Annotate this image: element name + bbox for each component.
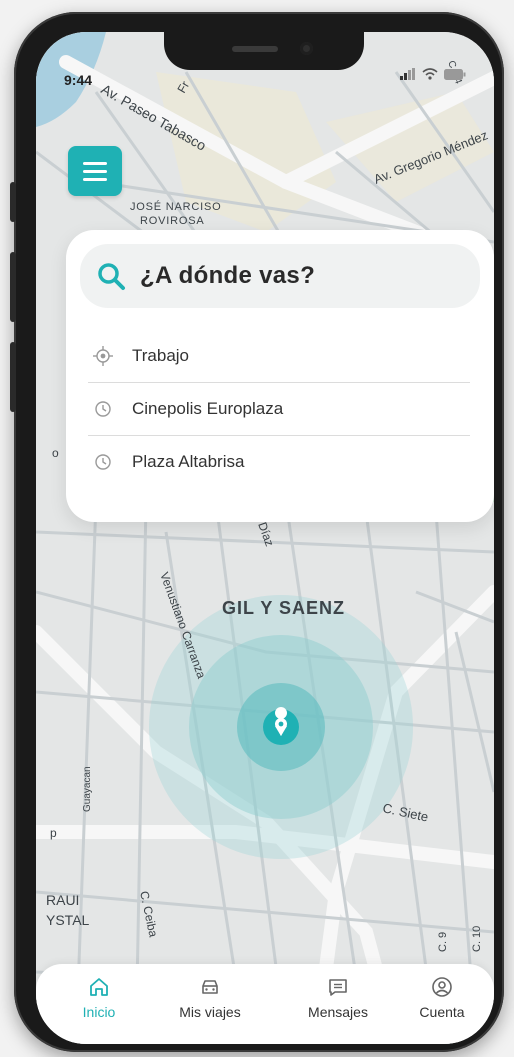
hamburger-icon — [83, 161, 107, 165]
target-icon — [92, 345, 114, 367]
battery-icon — [444, 68, 466, 80]
home-icon — [90, 978, 108, 996]
suggestion-item[interactable]: Plaza Altabrisa — [88, 436, 470, 488]
suggestion-label: Trabajo — [132, 346, 190, 365]
user-icon — [432, 977, 452, 997]
notch — [164, 32, 364, 70]
nav-item-mensajes[interactable]: Mensajes — [298, 976, 378, 1020]
menu-button[interactable] — [68, 146, 122, 196]
wifi-icon — [422, 68, 438, 80]
phone-frame: Av. Paseo Tabasco Av. Gregorio Méndez JO… — [10, 12, 504, 1052]
volume-up-button — [10, 252, 16, 322]
nav-label: Mensajes — [308, 1004, 368, 1020]
suggestion-label: Cinepolis Europlaza — [132, 399, 284, 418]
map-label: p — [50, 826, 57, 840]
search-icon — [98, 263, 125, 290]
status-icons — [400, 68, 466, 80]
nav-label: Cuenta — [419, 1004, 465, 1020]
suggestion-item[interactable]: Trabajo — [88, 330, 470, 383]
nav-label: Inicio — [82, 1004, 116, 1020]
search-input[interactable]: ¿A dónde vas? — [80, 244, 480, 308]
map-label: ROVIROSA — [140, 215, 204, 227]
map-label: o — [52, 446, 59, 460]
history-icon — [92, 451, 114, 473]
status-time: 9:44 — [64, 72, 93, 88]
map-label: GIL Y SAENZ — [222, 598, 345, 618]
search-placeholder: ¿A dónde vas? — [140, 262, 316, 289]
map-label: Guayacan — [82, 766, 93, 812]
bottom-nav: Inicio Mis viajes Mensajes Cuenta — [36, 964, 494, 1044]
screen: Av. Paseo Tabasco Av. Gregorio Méndez JO… — [36, 32, 494, 1044]
volume-down-button — [10, 342, 16, 412]
camera-icon — [300, 42, 313, 55]
speaker — [232, 46, 278, 52]
car-icon — [202, 980, 218, 994]
map-label: C. 10 — [471, 926, 483, 952]
nav-item-mis-viajes[interactable]: Mis viajes — [170, 976, 250, 1020]
search-card: ¿A dónde vas? Trabajo Cinepolis Europlaz… — [66, 230, 494, 522]
map-label: JOSÉ NARCISO — [130, 200, 222, 213]
signal-icon — [400, 68, 415, 80]
mute-switch — [10, 182, 16, 222]
nav-label: Mis viajes — [179, 1004, 241, 1020]
map-label: RAUI — [46, 892, 79, 908]
history-icon — [92, 398, 114, 420]
map-label: C. 9 — [437, 932, 449, 952]
map-label: YSTAL — [46, 912, 90, 928]
nav-item-inicio[interactable]: Inicio — [74, 976, 124, 1020]
suggestion-item[interactable]: Cinepolis Europlaza — [88, 383, 470, 436]
suggestion-label: Plaza Altabrisa — [132, 452, 245, 471]
message-icon — [329, 979, 347, 996]
nav-item-cuenta[interactable]: Cuenta — [412, 976, 472, 1020]
